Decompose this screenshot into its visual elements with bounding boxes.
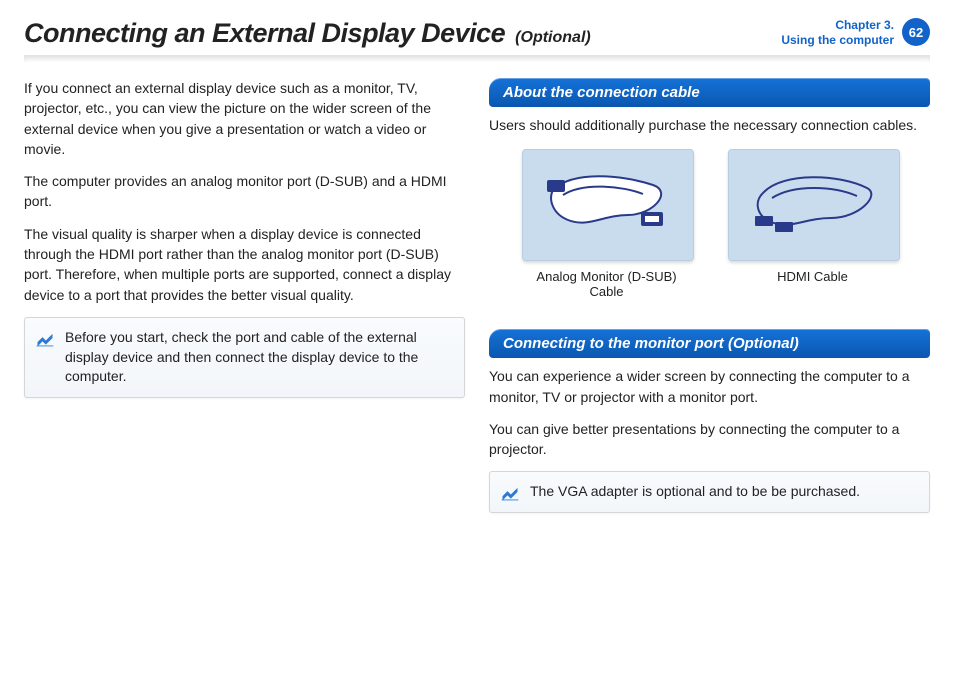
section-monitor-port: Connecting to the monitor port (Optional… [489,329,930,358]
page-title: Connecting an External Display Device [24,18,505,49]
chapter-label: Chapter 3. [781,18,894,33]
hdmi-cable-image [728,149,900,261]
dsub-cable-label: Analog Monitor (D-SUB) Cable [522,269,692,299]
monitor-port-paragraph-2: You can give better presentations by con… [489,419,930,460]
intro-paragraph-2: The computer provides an analog monitor … [24,171,465,212]
note-box-vga-adapter: The VGA adapter is optional and to be be… [489,471,930,513]
monitor-port-paragraph-1: You can experience a wider screen by con… [489,366,930,407]
dsub-cable-image [522,149,694,261]
note-box-check-port: Before you start, check the port and cab… [24,317,465,398]
intro-paragraph-1: If you connect an external display devic… [24,78,465,159]
hdmi-cable-label: HDMI Cable [728,269,898,284]
note-icon [35,328,55,355]
note-text: Before you start, check the port and cab… [65,329,418,384]
left-column: If you connect an external display devic… [24,78,465,513]
page-subtitle: (Optional) [515,29,591,47]
note-icon [500,482,520,509]
page-number-badge: 62 [902,18,930,46]
right-column: About the connection cable Users should … [489,78,930,513]
divider [24,55,930,62]
section-about-cable: About the connection cable [489,78,930,107]
chapter-name: Using the computer [781,33,894,48]
about-cable-paragraph: Users should additionally purchase the n… [489,115,930,135]
note-text: The VGA adapter is optional and to be be… [530,483,860,499]
intro-paragraph-3: The visual quality is sharper when a dis… [24,224,465,305]
page-header: Connecting an External Display Device (O… [24,18,930,49]
